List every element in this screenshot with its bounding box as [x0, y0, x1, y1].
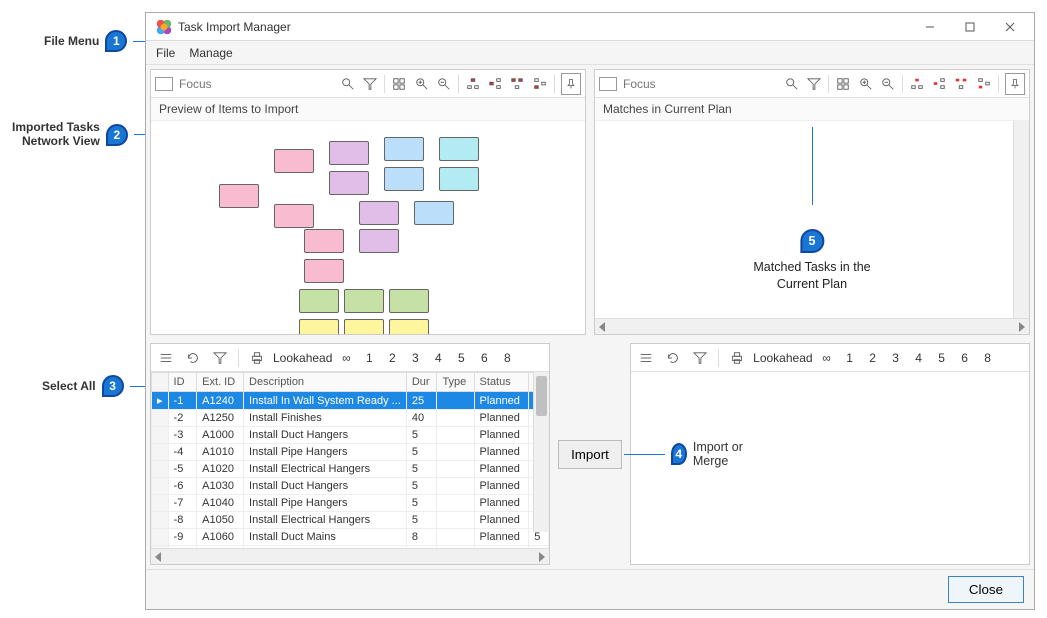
lookahead-num[interactable]: 1 [360, 351, 378, 365]
search-icon[interactable] [782, 73, 802, 95]
annotation-label: Imported Tasks Network View [12, 120, 100, 148]
focus-mode-icon[interactable] [599, 77, 617, 91]
col-status[interactable]: Status [474, 373, 529, 392]
horizontal-scrollbar[interactable] [595, 318, 1029, 334]
layout3-icon[interactable] [951, 73, 971, 95]
layout2-icon[interactable] [485, 73, 505, 95]
table-row[interactable]: ▸ -1 A1240 Install In Wall System Ready … [152, 392, 549, 410]
print-icon[interactable] [246, 347, 268, 369]
col-desc[interactable]: Description [244, 373, 407, 392]
print-icon[interactable] [726, 347, 748, 369]
col-dur[interactable]: Dur [406, 373, 437, 392]
col-id[interactable]: ID [168, 373, 197, 392]
lookahead-num[interactable]: 3 [887, 351, 905, 365]
annotation-label: Select All [42, 379, 96, 393]
zoom-out-icon[interactable] [434, 73, 454, 95]
select-all-handle[interactable] [152, 373, 169, 392]
col-type[interactable]: Type [437, 373, 474, 392]
lookahead-num[interactable]: 2 [864, 351, 882, 365]
pin-icon[interactable] [1005, 73, 1025, 95]
lookahead-num[interactable]: 8 [498, 351, 516, 365]
refresh-icon[interactable] [662, 347, 684, 369]
zoom-out-icon[interactable] [878, 73, 898, 95]
refresh-icon[interactable] [182, 347, 204, 369]
app-window: Task Import Manager File Manage [145, 12, 1035, 610]
tasks-grid[interactable]: ID Ext. ID Description Dur Type Status P… [151, 372, 549, 548]
layout1-icon[interactable] [907, 73, 927, 95]
annotation-1-marker: 1 [105, 30, 127, 52]
menubar: File Manage [146, 41, 1034, 65]
lookahead-inf[interactable]: ∞ [818, 351, 836, 365]
preview-pane-header: Preview of Items to Import [151, 98, 585, 121]
lookahead-num[interactable]: 5 [933, 351, 951, 365]
lookahead-inf[interactable]: ∞ [337, 351, 355, 365]
lookahead-label: Lookahead [273, 351, 332, 365]
preview-pane: Preview of Items to Import [150, 69, 586, 335]
grid-horizontal-scrollbar[interactable] [151, 548, 549, 564]
layout4-icon[interactable] [973, 73, 993, 95]
lookahead-num[interactable]: 1 [841, 351, 859, 365]
lookahead-num[interactable]: 8 [979, 351, 997, 365]
titlebar: Task Import Manager [146, 13, 1034, 41]
menu-manage[interactable]: Manage [189, 46, 232, 60]
matches-pane: Matches in Current Plan 5 Matched Tasks … [594, 69, 1030, 335]
table-row[interactable]: -2 A1250 Install Finishes 40 Planned 5 [152, 410, 549, 427]
minimize-button[interactable] [910, 13, 950, 41]
zoom-in-icon[interactable] [856, 73, 876, 95]
lookahead-num[interactable]: 6 [956, 351, 974, 365]
fit-icon[interactable] [833, 73, 853, 95]
table-row[interactable]: -7 A1040 Install Pipe Hangers 5 Planned … [152, 495, 549, 512]
annotation-5-marker: 5 [800, 229, 824, 253]
annotation-2-marker: 2 [106, 124, 128, 146]
lookahead-num[interactable]: 4 [429, 351, 447, 365]
lookahead-num[interactable]: 2 [383, 351, 401, 365]
layout2-icon[interactable] [929, 73, 949, 95]
lookahead-num[interactable]: 4 [910, 351, 928, 365]
filter-icon[interactable] [689, 347, 711, 369]
pin-icon[interactable] [561, 73, 581, 95]
right-grid-pane: Lookahead ∞ 1 2 3 4 5 6 8 [630, 343, 1030, 565]
filter-icon[interactable] [360, 73, 380, 95]
annotation-label: File Menu [44, 34, 99, 48]
zoom-in-icon[interactable] [412, 73, 432, 95]
layout4-icon[interactable] [529, 73, 549, 95]
menu-file[interactable]: File [156, 46, 175, 60]
focus-input[interactable] [177, 75, 336, 93]
col-ext-id[interactable]: Ext. ID [197, 373, 244, 392]
table-row[interactable]: -9 A1060 Install Duct Mains 8 Planned 5 [152, 529, 549, 546]
focus-mode-icon[interactable] [155, 77, 173, 91]
table-row[interactable]: -3 A1000 Install Duct Hangers 5 Planned … [152, 427, 549, 444]
lookahead-label: Lookahead [753, 351, 812, 365]
network-diagram[interactable] [159, 129, 577, 326]
filter-icon[interactable] [804, 73, 824, 95]
maximize-button[interactable] [950, 13, 990, 41]
vertical-scrollbar[interactable] [1013, 121, 1029, 318]
table-row[interactable]: -8 A1050 Install Electrical Hangers 5 Pl… [152, 512, 549, 529]
table-row[interactable]: -5 A1020 Install Electrical Hangers 5 Pl… [152, 461, 549, 478]
matches-pane-header: Matches in Current Plan [595, 98, 1029, 121]
import-button[interactable]: Import [558, 440, 622, 469]
search-icon[interactable] [338, 73, 358, 95]
app-icon [156, 19, 172, 35]
lookahead-num[interactable]: 6 [475, 351, 493, 365]
annotation-3-marker: 3 [102, 375, 124, 397]
fit-icon[interactable] [389, 73, 409, 95]
window-title: Task Import Manager [178, 20, 910, 34]
filter-icon[interactable] [209, 347, 231, 369]
layout1-icon[interactable] [463, 73, 483, 95]
layout3-icon[interactable] [507, 73, 527, 95]
grid-vertical-scrollbar[interactable] [533, 372, 549, 532]
annotation-label: Matched Tasks in the Current Plan [753, 259, 870, 292]
table-row[interactable]: -4 A1010 Install Pipe Hangers 5 Planned … [152, 444, 549, 461]
list-icon[interactable] [635, 347, 657, 369]
list-icon[interactable] [155, 347, 177, 369]
lookahead-num[interactable]: 5 [452, 351, 470, 365]
close-button[interactable]: Close [948, 576, 1024, 603]
close-window-button[interactable] [990, 13, 1030, 41]
focus-input[interactable] [621, 75, 780, 93]
lookahead-num[interactable]: 3 [406, 351, 424, 365]
left-grid-pane: Lookahead ∞ 1 2 3 4 5 6 8 ID Ext. ID [150, 343, 550, 565]
table-row[interactable]: -6 A1030 Install Duct Hangers 5 Planned … [152, 478, 549, 495]
